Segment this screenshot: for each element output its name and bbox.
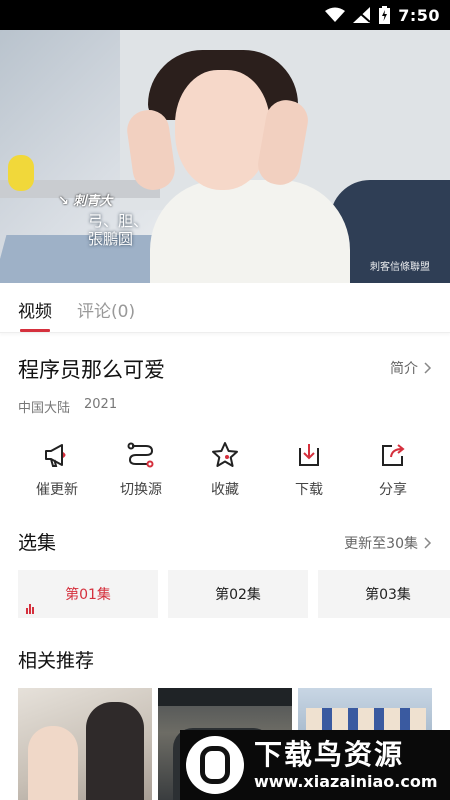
- episode-list: 第01集 第02集 第03集: [18, 570, 450, 618]
- urge-update-button[interactable]: 催更新: [15, 440, 99, 499]
- switch-source-icon: [127, 442, 154, 468]
- action-bar: 催更新 切换源 收藏 下载 分享: [15, 440, 435, 499]
- chevron-right-icon: [424, 362, 432, 374]
- tab-comments[interactable]: 评论(0): [77, 297, 135, 322]
- download-icon: [299, 444, 319, 466]
- episode-label: 第01集: [65, 587, 111, 603]
- content-tabs: 视频 评论(0): [0, 283, 450, 333]
- episodes-more-button[interactable]: 更新至30集: [344, 533, 432, 553]
- chevron-right-icon: [424, 537, 432, 549]
- show-meta: 中国大陆 2021: [18, 397, 117, 416]
- favorite-label: 收藏: [211, 482, 239, 498]
- favorite-button[interactable]: 收藏: [183, 440, 267, 499]
- status-bar: 7:50: [0, 0, 450, 30]
- no-signal-icon: [353, 7, 371, 23]
- switch-source-button[interactable]: 切换源: [99, 440, 183, 499]
- video-keyboard: [0, 235, 167, 283]
- share-icon: [382, 444, 405, 466]
- episode-item-02[interactable]: 第02集: [168, 570, 308, 618]
- switch-source-label: 切换源: [120, 482, 162, 498]
- star-icon: [212, 442, 238, 467]
- video-caption-name: ↘ 刺青大: [58, 194, 113, 209]
- clock: 7:50: [398, 5, 440, 25]
- battery-charging-icon: [379, 6, 391, 24]
- share-label: 分享: [379, 482, 407, 498]
- video-caption-line2: 張鵬圆: [88, 230, 134, 248]
- wifi-icon: [325, 7, 346, 22]
- show-year: 2021: [84, 397, 118, 412]
- episodes-section-title: 选集: [18, 532, 57, 554]
- intro-label: 简介: [390, 361, 418, 377]
- video-person-body: [150, 180, 350, 283]
- episode-label: 第03集: [365, 587, 411, 603]
- video-person-face: [175, 70, 270, 190]
- video-watermark: 刺客信條聯盟: [370, 262, 430, 273]
- banner-title: 下载鸟资源: [254, 738, 405, 771]
- recommendations-section-title: 相关推荐: [18, 650, 95, 672]
- urge-update-label: 催更新: [36, 482, 78, 498]
- video-toy: [8, 155, 34, 191]
- share-button[interactable]: 分享: [351, 440, 435, 499]
- poster-figure: [86, 702, 144, 800]
- poster-header-strip: [158, 688, 292, 706]
- episode-item-01[interactable]: 第01集: [18, 570, 158, 618]
- video-player[interactable]: ↘ 刺青大 弓、胆、 張鵬圆 刺客信條聯盟: [0, 30, 450, 283]
- megaphone-icon: [45, 444, 66, 467]
- site-watermark-banner: 下载鸟资源 www.xiazainiao.com: [180, 730, 450, 800]
- poster-figure: [28, 726, 78, 800]
- tab-video[interactable]: 视频: [18, 297, 52, 322]
- episode-item-03[interactable]: 第03集: [318, 570, 450, 618]
- banner-url: www.xiazainiao.com: [254, 772, 438, 791]
- episode-label: 第02集: [215, 587, 261, 603]
- status-icons: 7:50: [325, 5, 440, 25]
- intro-button[interactable]: 简介: [390, 358, 432, 378]
- recommendation-poster-1[interactable]: [18, 688, 152, 800]
- bird-logo-icon: [186, 736, 244, 794]
- download-button[interactable]: 下载: [267, 440, 351, 499]
- episodes-update-status: 更新至30集: [344, 536, 418, 552]
- show-title: 程序员那么可爱: [18, 358, 165, 382]
- show-region: 中国大陆: [18, 401, 71, 416]
- active-tab-indicator: [20, 329, 50, 332]
- now-playing-icon: [26, 604, 34, 614]
- download-label: 下载: [295, 482, 323, 498]
